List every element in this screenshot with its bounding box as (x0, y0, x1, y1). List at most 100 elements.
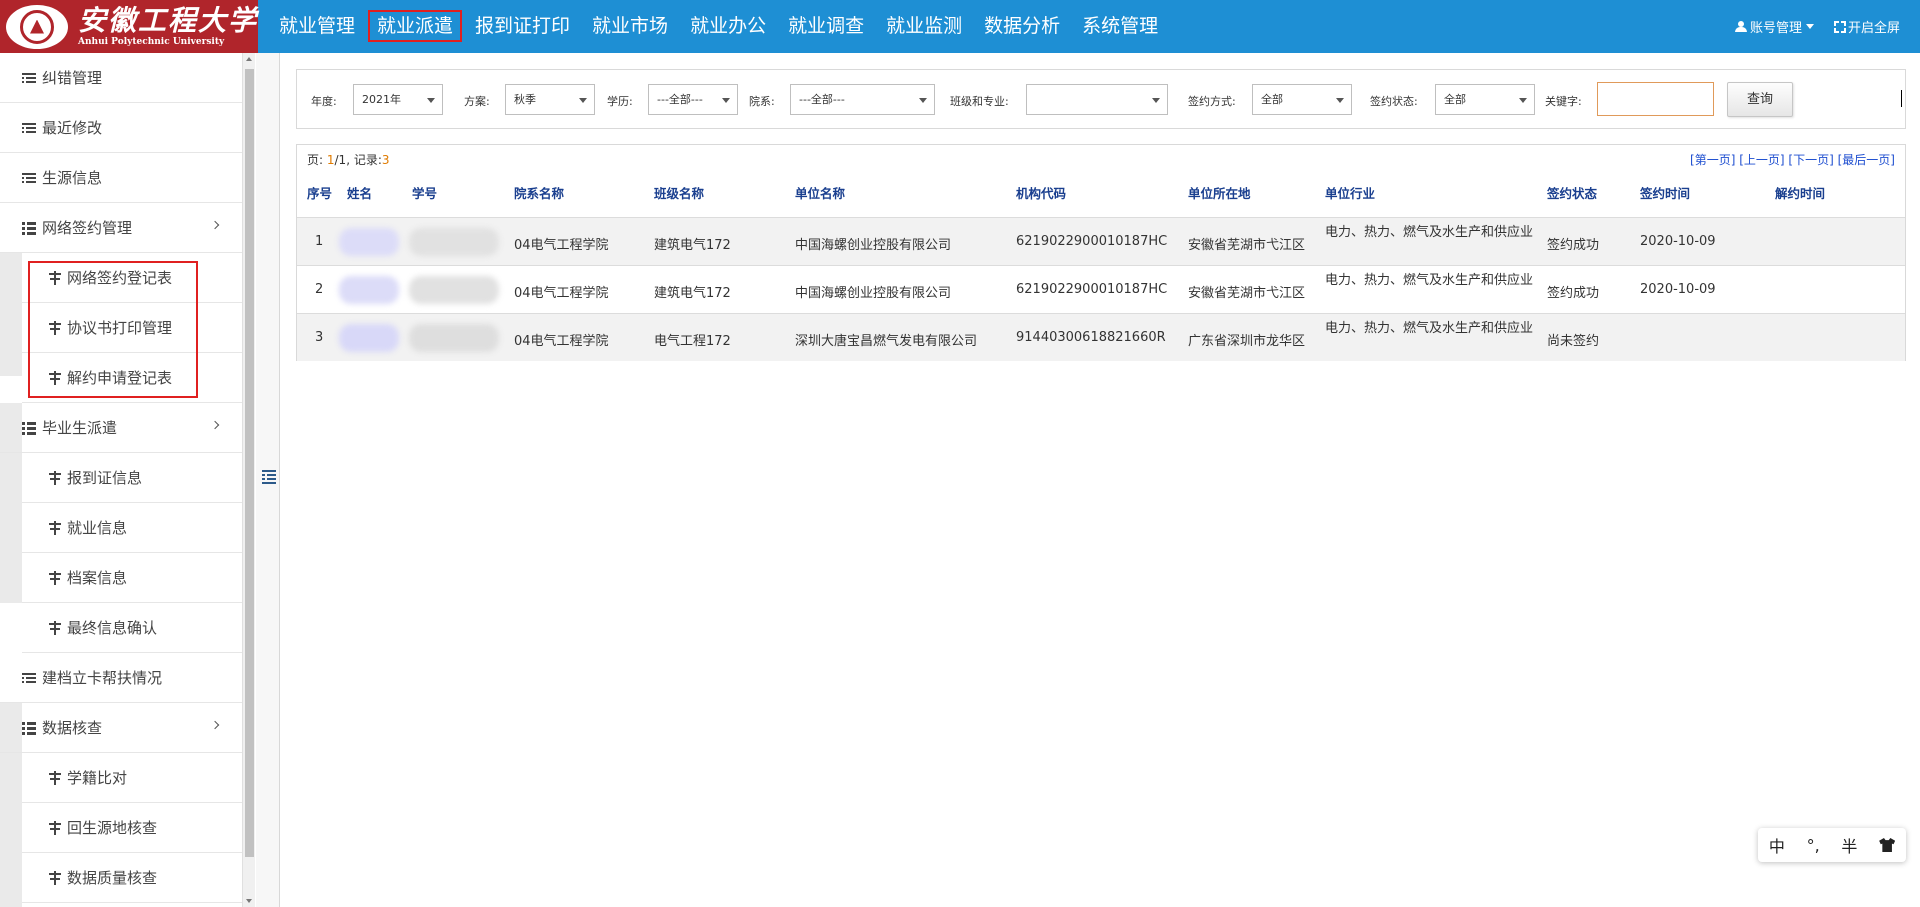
sidebar-group-data-check[interactable]: 数据核查 (0, 703, 242, 753)
sidebar-item-termination-register[interactable]: 解约申请登记表 (22, 353, 242, 403)
col-industry[interactable]: 单位行业 (1325, 183, 1375, 202)
scroll-up-icon[interactable] (246, 57, 252, 61)
ime-skin-icon[interactable] (1879, 838, 1896, 852)
table-row[interactable]: 2 04电气工程学院 建筑电气172 中国海螺创业控股有限公司 62190229… (297, 265, 1905, 313)
university-logo[interactable]: 安徽工程大学 Anhui Polytechnic University (0, 0, 258, 53)
prev-page-link[interactable]: [上一页] (1739, 153, 1784, 167)
split-icon (48, 320, 62, 335)
first-page-link[interactable]: [第一页] (1690, 153, 1735, 167)
sidebar-item-error-correction[interactable]: 纠错管理 (0, 53, 242, 103)
sidebar-item-label: 解约申请登记表 (67, 369, 173, 387)
sidebar-item-label: 数据核查 (42, 719, 103, 737)
cell-industry: 电力、热力、燃气及水生产和供应业 (1325, 225, 1534, 240)
plan-select[interactable]: 秋季 (505, 84, 595, 115)
table-row[interactable]: 1 04电气工程学院 建筑电气172 中国海螺创业控股有限公司 62190229… (297, 217, 1905, 265)
sidebar-scroll-thumb[interactable] (245, 69, 254, 857)
cell-org-code: 6219022900010187HC (1016, 282, 1168, 297)
caret-down-icon (1805, 24, 1814, 29)
cell-company: 深圳大唐宝昌燃气发电有限公司 (795, 334, 978, 349)
cell-class: 电气工程172 (654, 334, 731, 349)
last-page-link[interactable]: [最后一页] (1838, 153, 1895, 167)
th-list-icon (22, 421, 36, 435)
sidebar-group-online-signing[interactable]: 网络签约管理 (0, 203, 242, 253)
col-org-code[interactable]: 机构代码 (1016, 183, 1066, 202)
nav-employment-office[interactable]: 就业办公 (679, 0, 777, 53)
logo-chinese-name: 安徽工程大学 (78, 3, 259, 37)
department-select[interactable]: ---全部--- (790, 84, 935, 115)
records-count: 3 (381, 153, 390, 167)
sidebar-toggle-icon[interactable] (262, 470, 276, 484)
col-cancel-date[interactable]: 解约时间 (1775, 183, 1825, 202)
sidebar-item-label: 生源信息 (42, 169, 103, 187)
sidebar-item-label: 协议书打印管理 (67, 319, 173, 337)
nav-employment-dispatch[interactable]: 就业派遣 (366, 0, 464, 53)
col-location[interactable]: 单位所在地 (1188, 183, 1251, 202)
ime-punctuation-toggle[interactable]: °, (1807, 836, 1820, 855)
nav-employment-survey[interactable]: 就业调查 (777, 0, 875, 53)
next-page-link[interactable]: [下一页] (1788, 153, 1833, 167)
ime-toolbar[interactable]: 中 °, 半 (1758, 828, 1906, 862)
sidebar-item-final-confirmation[interactable]: 最终信息确认 (22, 603, 242, 653)
nav-report-certificate-print[interactable]: 报到证打印 (464, 0, 581, 53)
split-icon (48, 570, 62, 585)
sidebar-item-online-signing-register[interactable]: 网络签约登记表 (22, 253, 242, 303)
col-index[interactable]: 序号 (307, 183, 332, 202)
sign-status-select[interactable]: 全部 (1435, 84, 1535, 115)
sidebar-item-student-status-compare[interactable]: 学籍比对 (22, 753, 242, 803)
sidebar-item-poverty-support[interactable]: 建档立卡帮扶情况 (0, 653, 242, 703)
university-seal-icon (6, 4, 68, 49)
class-major-select[interactable] (1026, 84, 1168, 115)
sidebar-item-employment-info[interactable]: 就业信息 (22, 503, 242, 553)
account-menu-button[interactable]: 账号管理 (1734, 17, 1814, 36)
fullscreen-button[interactable]: 开启全屏 (1833, 17, 1900, 36)
sidebar-group-graduate-dispatch[interactable]: 毕业生派遣 (0, 403, 242, 453)
chevron-right-icon (210, 420, 220, 430)
col-department[interactable]: 院系名称 (514, 183, 564, 202)
keyword-input[interactable] (1597, 82, 1714, 116)
nav-employment-management[interactable]: 就业管理 (268, 0, 366, 53)
sidebar-item-agreement-print[interactable]: 协议书打印管理 (22, 303, 242, 353)
sidebar-item-origin-check[interactable]: 回生源地核查 (22, 803, 242, 853)
sidebar-scrollbar[interactable] (242, 53, 255, 907)
col-class[interactable]: 班级名称 (654, 183, 704, 202)
col-student-id[interactable]: 学号 (412, 183, 437, 202)
education-select[interactable]: ---全部--- (648, 84, 738, 115)
cell-location: 广东省深圳市龙华区 (1188, 334, 1306, 349)
sidebar-item-report-certificate-info[interactable]: 报到证信息 (22, 453, 242, 503)
col-name[interactable]: 姓名 (347, 183, 372, 202)
nav-system-management[interactable]: 系统管理 (1071, 0, 1169, 53)
sidebar-item-archive-info[interactable]: 档案信息 (22, 553, 242, 603)
sign-status-label: 签约状态: (1370, 95, 1418, 108)
cell-sign-status: 签约成功 (1547, 238, 1600, 253)
filter-panel: 年度: 2021年 方案: 秋季 学历: ---全部--- 院系: ---全部-… (296, 69, 1906, 129)
cell-sign-date: 2020-10-09 (1640, 282, 1716, 297)
cell-org-code: 91440300618821660R (1016, 330, 1166, 345)
nav-employment-market[interactable]: 就业市场 (581, 0, 679, 53)
nav-employment-monitoring[interactable]: 就业监测 (875, 0, 973, 53)
sidebar-item-data-quality-check[interactable]: 数据质量核查 (22, 853, 242, 903)
col-sign-date[interactable]: 签约时间 (1640, 183, 1690, 202)
keyword-label: 关键字: (1545, 95, 1582, 108)
ime-width-toggle[interactable]: 半 (1841, 833, 1857, 857)
sidebar-item-recent-changes[interactable]: 最近修改 (0, 103, 242, 153)
sidebar-toggle-bar[interactable] (256, 53, 280, 907)
query-button[interactable]: 查询 (1727, 82, 1793, 117)
col-company[interactable]: 单位名称 (795, 183, 845, 202)
split-icon (48, 820, 62, 835)
year-label: 年度: (311, 95, 337, 108)
expand-icon (1833, 20, 1846, 33)
nav-data-analysis[interactable]: 数据分析 (973, 0, 1071, 53)
year-select[interactable]: 2021年 (353, 84, 443, 115)
cell-company: 中国海螺创业控股有限公司 (795, 238, 952, 253)
ime-language-toggle[interactable]: 中 (1769, 833, 1785, 857)
split-icon (48, 270, 62, 285)
th-list-icon (22, 221, 36, 235)
cell-location: 安徽省芜湖市弋江区 (1188, 238, 1306, 253)
cell-industry: 电力、热力、燃气及水生产和供应业 (1325, 321, 1534, 336)
col-sign-status[interactable]: 签约状态 (1547, 183, 1597, 202)
scroll-down-icon[interactable] (246, 899, 252, 903)
table-row[interactable]: 3 04电气工程学院 电气工程172 深圳大唐宝昌燃气发电有限公司 914403… (297, 313, 1905, 361)
sidebar-item-student-source[interactable]: 生源信息 (0, 153, 242, 203)
sign-method-select[interactable]: 全部 (1252, 84, 1352, 115)
class-major-label: 班级和专业: (950, 95, 1009, 108)
